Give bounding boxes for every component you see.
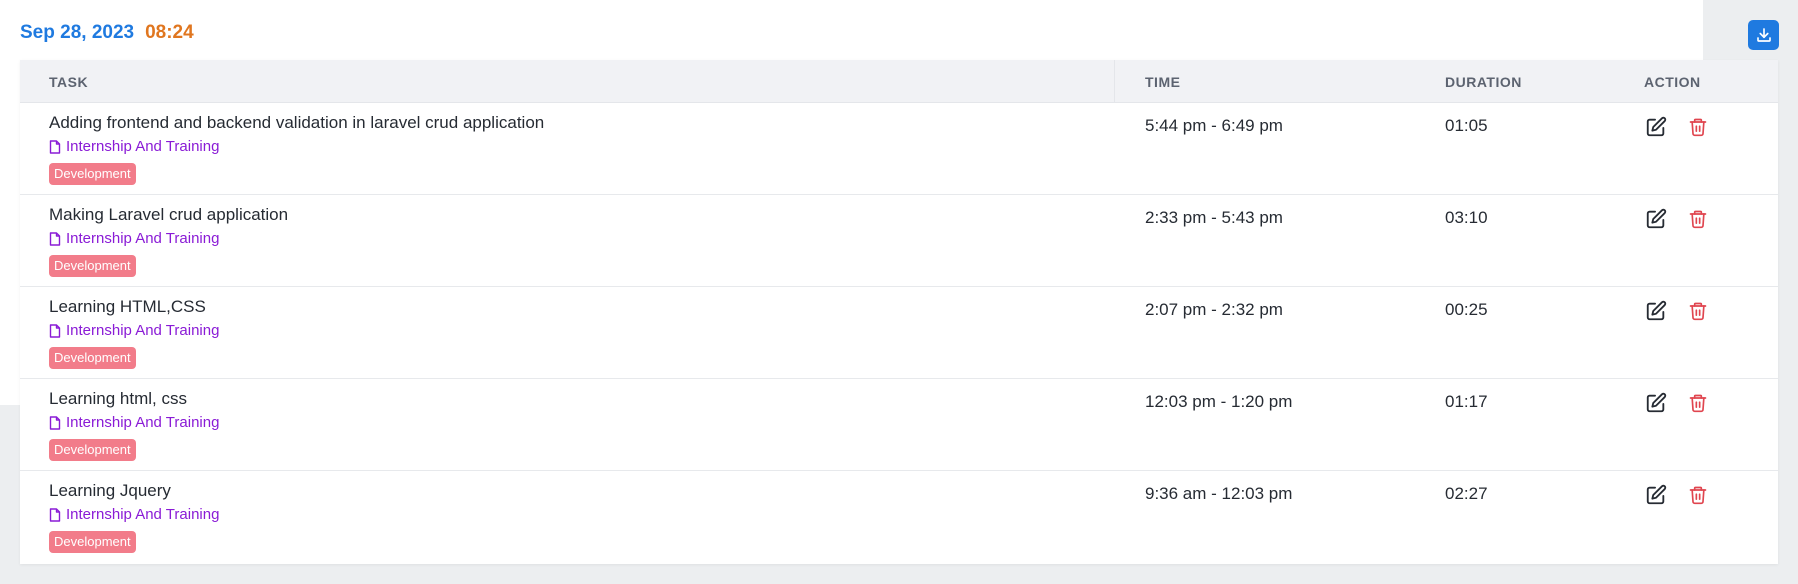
trash-icon bbox=[1688, 208, 1708, 230]
duration-value: 03:10 bbox=[1445, 208, 1488, 227]
project-link[interactable]: Internship And Training bbox=[49, 322, 219, 339]
table-row: Adding frontend and backend validation i… bbox=[20, 103, 1778, 195]
file-icon bbox=[49, 231, 61, 246]
project-label: Internship And Training bbox=[66, 506, 220, 523]
table-row: Learning HTML,CSS Internship And Training… bbox=[20, 287, 1778, 379]
file-icon bbox=[49, 415, 61, 430]
file-icon bbox=[49, 323, 61, 338]
category-tag: Development bbox=[49, 531, 136, 553]
project-link[interactable]: Internship And Training bbox=[49, 414, 219, 431]
file-icon bbox=[49, 139, 61, 154]
table-row: Learning html, css Internship And Trainin… bbox=[20, 379, 1778, 471]
table-row: Making Laravel crud application Internshi… bbox=[20, 195, 1778, 287]
delete-button[interactable] bbox=[1686, 391, 1710, 415]
duration-value: 00:25 bbox=[1445, 300, 1488, 319]
total-time-label: 08:24 bbox=[145, 22, 194, 43]
edit-button[interactable] bbox=[1644, 207, 1668, 231]
project-link[interactable]: Internship And Training bbox=[49, 230, 219, 247]
trash-icon bbox=[1688, 300, 1708, 322]
project-link[interactable]: Internship And Training bbox=[49, 138, 219, 155]
trash-icon bbox=[1688, 484, 1708, 506]
time-range: 2:07 pm - 2:32 pm bbox=[1145, 300, 1283, 319]
duration-value: 01:17 bbox=[1445, 392, 1488, 411]
time-range: 2:33 pm - 5:43 pm bbox=[1145, 208, 1283, 227]
task-title: Making Laravel crud application bbox=[49, 205, 289, 224]
date-header: Sep 28, 2023 08:24 bbox=[20, 22, 194, 44]
time-range: 5:44 pm - 6:49 pm bbox=[1145, 116, 1283, 135]
time-range: 9:36 am - 12:03 pm bbox=[1145, 484, 1293, 503]
duration-value: 01:05 bbox=[1445, 116, 1488, 135]
task-title: Learning html, css bbox=[49, 389, 187, 408]
column-header-action: ACTION bbox=[1644, 74, 1701, 90]
category-tag: Development bbox=[49, 163, 136, 185]
download-button[interactable] bbox=[1748, 20, 1779, 50]
project-label: Internship And Training bbox=[66, 138, 220, 155]
category-tag: Development bbox=[49, 439, 136, 461]
edit-icon bbox=[1645, 484, 1667, 506]
column-header-duration: DURATION bbox=[1445, 74, 1522, 90]
table-row: Learning Jquery Internship And Training De… bbox=[20, 471, 1778, 563]
column-header-task: TASK bbox=[49, 74, 89, 90]
edit-button[interactable] bbox=[1644, 483, 1668, 507]
header-divider bbox=[1114, 60, 1115, 103]
task-title: Adding frontend and backend validation i… bbox=[49, 113, 545, 132]
project-label: Internship And Training bbox=[66, 322, 220, 339]
category-tag: Development bbox=[49, 255, 136, 277]
project-label: Internship And Training bbox=[66, 414, 220, 431]
task-title: Learning Jquery bbox=[49, 481, 171, 500]
task-table: TASK TIME DURATION ACTION Adding fronten… bbox=[20, 60, 1778, 564]
edit-button[interactable] bbox=[1644, 115, 1668, 139]
edit-button[interactable] bbox=[1644, 299, 1668, 323]
date-label: Sep 28, 2023 bbox=[20, 22, 135, 43]
delete-button[interactable] bbox=[1686, 207, 1710, 231]
duration-value: 02:27 bbox=[1445, 484, 1488, 503]
edit-icon bbox=[1645, 116, 1667, 138]
edit-icon bbox=[1645, 300, 1667, 322]
time-range: 12:03 pm - 1:20 pm bbox=[1145, 392, 1293, 411]
project-label: Internship And Training bbox=[66, 230, 220, 247]
column-header-time: TIME bbox=[1145, 74, 1181, 90]
file-icon bbox=[49, 507, 61, 522]
table-header: TASK TIME DURATION ACTION bbox=[20, 60, 1778, 103]
trash-icon bbox=[1688, 116, 1708, 138]
delete-button[interactable] bbox=[1686, 299, 1710, 323]
delete-button[interactable] bbox=[1686, 483, 1710, 507]
edit-button[interactable] bbox=[1644, 391, 1668, 415]
category-tag: Development bbox=[49, 347, 136, 369]
edit-icon bbox=[1645, 208, 1667, 230]
trash-icon bbox=[1688, 392, 1708, 414]
delete-button[interactable] bbox=[1686, 115, 1710, 139]
project-link[interactable]: Internship And Training bbox=[49, 506, 219, 523]
task-title: Learning HTML,CSS bbox=[49, 297, 206, 316]
download-icon bbox=[1756, 28, 1771, 42]
edit-icon bbox=[1645, 392, 1667, 414]
